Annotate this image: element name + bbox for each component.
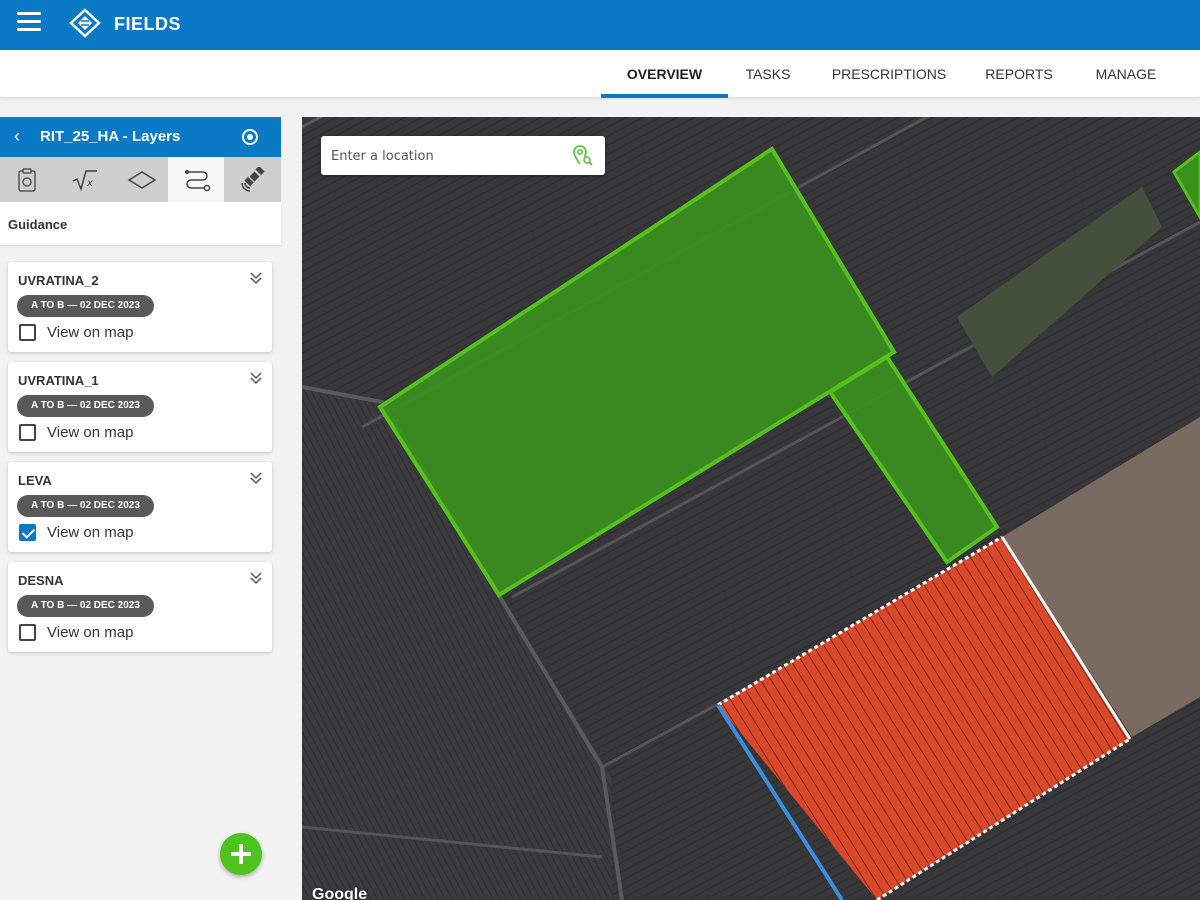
- layers-icon: [127, 171, 157, 189]
- guidance-route-icon: [185, 170, 211, 192]
- tab-reports[interactable]: REPORTS: [982, 50, 1056, 98]
- tab-satellite[interactable]: [224, 157, 280, 202]
- view-on-map-label[interactable]: View on map: [47, 524, 133, 541]
- location-search-input[interactable]: [331, 145, 561, 167]
- view-on-map-label[interactable]: View on map: [47, 324, 133, 341]
- view-on-map-checkbox[interactable]: [19, 424, 36, 441]
- locate-icon[interactable]: [242, 129, 258, 145]
- tab-formula[interactable]: x: [56, 157, 112, 202]
- guidance-type-badge: A TO B — 02 DEC 2023: [17, 595, 154, 617]
- guidance-card: DESNA A TO B — 02 DEC 2023 View on map: [8, 562, 272, 652]
- sqrt-icon: x: [72, 170, 97, 192]
- tab-tasks[interactable]: TASKS: [740, 50, 796, 98]
- map-view[interactable]: Google: [302, 117, 1200, 900]
- location-search: [321, 136, 605, 175]
- guidance-card-title: LEVA: [18, 473, 52, 488]
- view-on-map-label[interactable]: View on map: [47, 624, 133, 641]
- section-label-guidance: Guidance: [0, 202, 281, 245]
- layers-panel: ‹ RIT_25_HA - Layers x Guidance UVRATINA…: [0, 117, 281, 900]
- map-pin-search-icon[interactable]: [571, 143, 595, 167]
- guidance-card-title: DESNA: [18, 573, 64, 588]
- app-header: FIELDS: [0, 0, 1200, 50]
- double-chevron-down-icon[interactable]: [248, 370, 264, 386]
- panel-title: RIT_25_HA - Layers: [40, 128, 181, 145]
- tab-layers[interactable]: [112, 157, 168, 202]
- google-attribution: Google: [312, 886, 368, 900]
- clipboard-icon: [18, 168, 36, 192]
- satellite-icon: [241, 167, 265, 192]
- guidance-card: LEVA A TO B — 02 DEC 2023 View on map: [8, 462, 272, 552]
- double-chevron-down-icon[interactable]: [248, 470, 264, 486]
- double-chevron-down-icon[interactable]: [248, 570, 264, 586]
- view-on-map-checkbox[interactable]: [19, 324, 36, 341]
- add-guidance-button[interactable]: [220, 833, 262, 875]
- app-title: FIELDS: [114, 14, 182, 34]
- guidance-card-title: UVRATINA_1: [18, 373, 99, 388]
- tab-overview[interactable]: OVERVIEW: [601, 50, 728, 98]
- view-on-map-checkbox[interactable]: [19, 524, 36, 541]
- layer-type-tabs: x: [0, 157, 281, 202]
- main-nav: OVERVIEW TASKS PRESCRIPTIONS REPORTS MAN…: [0, 50, 1200, 98]
- view-on-map-label[interactable]: View on map: [47, 424, 133, 441]
- menu-icon[interactable]: [17, 12, 41, 34]
- tab-clipboard[interactable]: [0, 157, 56, 202]
- satellite-map[interactable]: [302, 117, 1200, 900]
- tab-guidance[interactable]: [168, 157, 224, 202]
- tab-manage[interactable]: MANAGE: [1090, 50, 1162, 98]
- guidance-card-title: UVRATINA_2: [18, 273, 99, 288]
- double-chevron-down-icon[interactable]: [248, 270, 264, 286]
- panel-header: ‹ RIT_25_HA - Layers: [0, 117, 281, 157]
- guidance-type-badge: A TO B — 02 DEC 2023: [17, 295, 154, 317]
- tab-prescriptions[interactable]: PRESCRIPTIONS: [830, 50, 948, 98]
- view-on-map-checkbox[interactable]: [19, 624, 36, 641]
- app-logo-icon: [69, 8, 101, 38]
- back-chevron-icon[interactable]: ‹: [14, 126, 20, 147]
- guidance-card: UVRATINA_1 A TO B — 02 DEC 2023 View on …: [8, 362, 272, 452]
- svg-text:x: x: [86, 178, 93, 189]
- guidance-type-badge: A TO B — 02 DEC 2023: [17, 495, 154, 517]
- guidance-type-badge: A TO B — 02 DEC 2023: [17, 395, 154, 417]
- guidance-card: UVRATINA_2 A TO B — 02 DEC 2023 View on …: [8, 262, 272, 352]
